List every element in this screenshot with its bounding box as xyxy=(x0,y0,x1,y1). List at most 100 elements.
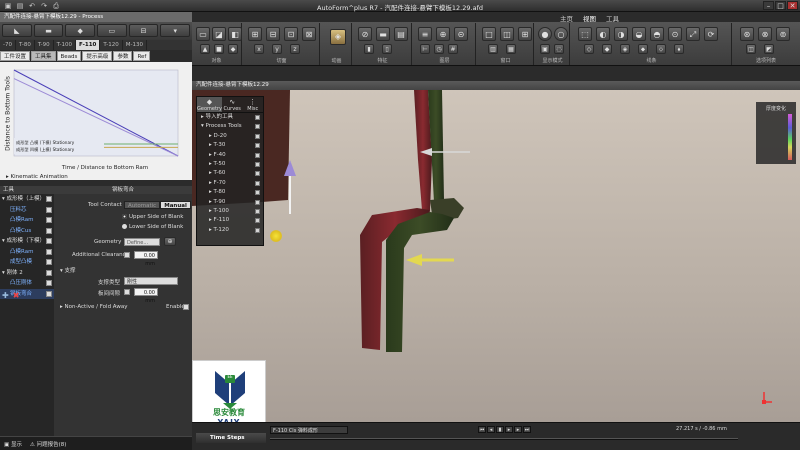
tools-icon[interactable]: ◧ xyxy=(228,27,242,41)
minimize-icon[interactable]: – xyxy=(763,1,774,10)
visibility-checkbox[interactable] xyxy=(255,190,260,196)
visibility-checkbox[interactable] xyxy=(46,238,52,244)
visibility-row-tool[interactable]: ▸ F-110 xyxy=(197,216,263,225)
timeline-slider[interactable] xyxy=(270,438,738,440)
view-front-icon[interactable]: ◐ xyxy=(596,27,610,41)
tree-item[interactable]: ▾ 成形模（上模） xyxy=(0,194,54,205)
visibility-checkbox[interactable] xyxy=(255,115,260,120)
tab-step-90[interactable]: T-90 xyxy=(35,40,54,50)
folder-icon[interactable]: ▭ xyxy=(196,27,210,41)
maximize-icon[interactable]: □ xyxy=(775,1,786,10)
window-single-icon[interactable]: □ xyxy=(482,27,496,41)
view-iso-icon[interactable]: ◒ xyxy=(632,27,646,41)
feature-line-icon[interactable]: ⊘ xyxy=(358,27,372,41)
section-y-icon[interactable]: y xyxy=(272,44,282,54)
support-type-select[interactable]: 刚性 xyxy=(124,277,178,285)
support-section[interactable]: ▾ 支撑 xyxy=(60,266,76,274)
lower-side-option[interactable]: Lower Side of Blank xyxy=(122,224,183,230)
layer-lock-icon[interactable]: ⊝ xyxy=(454,27,468,41)
tab-step-120[interactable]: T-120 xyxy=(100,40,123,50)
contact-automatic-button[interactable]: Automatic xyxy=(124,201,161,209)
options-e-icon[interactable]: ◩ xyxy=(764,44,774,54)
options-d-icon[interactable]: ◫ xyxy=(746,44,756,54)
edge-icon[interactable]: ◌ xyxy=(554,44,564,54)
tree-item[interactable]: ▾ 成形模（下模） xyxy=(0,236,54,247)
zoom-icon[interactable]: ⊙ xyxy=(668,27,682,41)
layer-add-icon[interactable]: ⊕ xyxy=(436,27,450,41)
section-icon[interactable]: ⊞ xyxy=(248,27,262,41)
feature-curve-icon[interactable]: ▬ xyxy=(376,27,390,41)
visibility-checkbox[interactable] xyxy=(255,199,260,205)
visibility-row-tool[interactable]: ▸ T-30 xyxy=(197,141,263,150)
visibility-checkbox[interactable] xyxy=(46,227,52,234)
visibility-row-tool[interactable]: ▸ T-50 xyxy=(197,160,263,169)
nonactive-section[interactable]: ▸ Non-Active / Fold Away xyxy=(60,304,127,310)
forming-step-icon[interactable]: ◣ xyxy=(2,24,32,37)
window-tile-icon[interactable]: ▥ xyxy=(488,44,498,54)
visibility-checkbox[interactable] xyxy=(46,269,52,276)
section-z-icon[interactable]: z xyxy=(290,44,300,54)
subtab-params[interactable]: 参数 xyxy=(113,51,133,61)
rotate-icon[interactable]: ⟳ xyxy=(704,27,718,41)
last-frame-icon[interactable]: ⏭ xyxy=(523,426,531,433)
visibility-row-tool[interactable]: ▸ T-120 xyxy=(197,226,263,235)
visibility-checkbox[interactable] xyxy=(255,161,260,167)
clearance-checkbox[interactable] xyxy=(124,252,130,258)
time-steps-toggle[interactable]: Time Steps xyxy=(196,433,266,443)
shaded-sphere-icon[interactable]: ● xyxy=(538,27,552,41)
blank-icon[interactable]: ◪ xyxy=(212,27,226,41)
layer-grid-icon[interactable]: # xyxy=(448,44,458,54)
pause-icon[interactable]: ▮ xyxy=(496,426,504,433)
visibility-checkbox[interactable] xyxy=(46,206,52,213)
visibility-checkbox[interactable] xyxy=(46,248,52,255)
feature-point-icon[interactable]: ▤ xyxy=(394,27,408,41)
visibility-checkbox[interactable] xyxy=(255,143,260,149)
feature-hide-icon[interactable]: ▮ xyxy=(364,44,374,54)
subtab-ref[interactable]: Ref xyxy=(133,51,151,61)
spring-step-icon[interactable]: ⊟ xyxy=(128,24,159,37)
fit-icon[interactable]: ⤢ xyxy=(686,27,700,41)
tab-step-110[interactable]: F-110 xyxy=(76,40,101,50)
tree-item[interactable]: 凸压刚体 xyxy=(0,278,54,289)
window-quad-icon[interactable]: ⊞ xyxy=(518,27,532,41)
tab-geometry[interactable]: ◆ Geometry xyxy=(197,97,222,112)
options-a-icon[interactable]: ⊛ xyxy=(740,27,754,41)
more-steps-icon[interactable]: ▾ xyxy=(160,24,191,37)
geometry-pick-icon[interactable]: ⊕ xyxy=(164,237,176,246)
contact-manual-button[interactable]: Manual xyxy=(160,201,191,209)
tab-misc[interactable]: ⋮ Misc xyxy=(242,97,263,112)
section-x-icon[interactable]: x xyxy=(254,44,264,54)
next-frame-icon[interactable]: ▸ xyxy=(514,426,522,433)
tab-step-130[interactable]: M-130 xyxy=(123,40,147,50)
gap-checkbox[interactable] xyxy=(124,289,130,295)
tree-item[interactable]: 凸模Ram xyxy=(0,215,54,226)
mesh-icon[interactable]: ▣ xyxy=(540,44,550,54)
close-icon[interactable]: ✕ xyxy=(787,1,798,10)
tree-item[interactable]: 凸模Ram xyxy=(0,247,54,258)
trim-step-icon[interactable]: ▬ xyxy=(33,24,64,37)
subtab-advanced[interactable]: 提示高级 xyxy=(82,51,113,61)
visibility-checkbox[interactable] xyxy=(255,227,260,233)
delete-tool-icon[interactable]: ✖ xyxy=(13,291,20,300)
feature-show-icon[interactable]: ▯ xyxy=(382,44,392,54)
options-c-icon[interactable]: ⊚ xyxy=(776,27,790,41)
visibility-checkbox[interactable] xyxy=(255,218,260,224)
tree-item[interactable]: 压料芯 xyxy=(0,205,54,216)
section-move-icon[interactable]: ⊠ xyxy=(302,27,316,41)
visibility-row-process-tools[interactable]: ▾ Process Tools xyxy=(197,122,263,131)
view-side-icon[interactable]: ◑ xyxy=(614,27,628,41)
step-select[interactable]: F-110 Cls 弹料成形 xyxy=(270,426,348,434)
3d-viewport[interactable]: ◆ Geometry ∿ Curves ⋮ Misc ▸ 导入的工具 ▾ Proces… xyxy=(192,90,800,422)
visibility-checkbox[interactable] xyxy=(255,208,260,214)
view-back-icon[interactable]: ◓ xyxy=(650,27,664,41)
upper-side-option[interactable]: Upper Side of Blank xyxy=(122,214,183,220)
visibility-checkbox[interactable] xyxy=(255,152,260,158)
geometry-select[interactable]: Define... xyxy=(124,238,160,246)
upper-side-radio[interactable] xyxy=(122,214,127,219)
tab-curves[interactable]: ∿ Curves xyxy=(222,97,243,112)
lower-side-radio[interactable] xyxy=(122,224,127,229)
prev-frame-icon[interactable]: ◂ xyxy=(487,426,495,433)
visibility-checkbox[interactable] xyxy=(255,180,260,186)
flange-step-icon[interactable]: ◆ xyxy=(65,24,96,37)
visibility-row-imported[interactable]: ▸ 导入的工具 xyxy=(197,113,263,122)
